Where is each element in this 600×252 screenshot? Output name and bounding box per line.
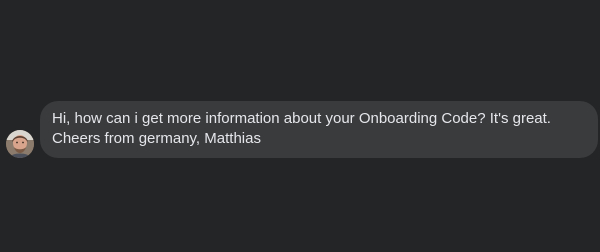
user-avatar-icon[interactable]: [6, 130, 34, 158]
message-text: Hi, how can i get more information about…: [52, 110, 551, 147]
message-row: Hi, how can i get more information about…: [6, 101, 598, 158]
message-bubble[interactable]: Hi, how can i get more information about…: [40, 101, 598, 158]
avatar-picture: [6, 130, 34, 158]
chat-area: Hi, how can i get more information about…: [0, 0, 600, 252]
